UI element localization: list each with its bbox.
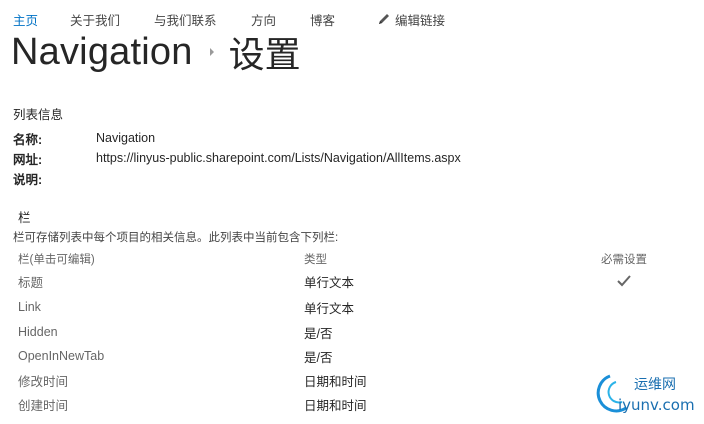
column-type: 单行文本 xyxy=(304,275,355,290)
name-label: 名称: xyxy=(13,132,43,147)
description-label: 说明: xyxy=(13,172,43,187)
column-type: 是/否 xyxy=(304,350,333,365)
pencil-icon xyxy=(379,14,389,24)
table-row: Hidden 是/否 xyxy=(18,320,658,344)
list-info: 名称: Navigation 网址: https://linyus-public… xyxy=(13,128,461,188)
header-column-name: 栏(单击可编辑) xyxy=(18,254,95,266)
column-name-link[interactable]: 创建时间 xyxy=(18,395,304,414)
name-value: Navigation xyxy=(96,131,156,145)
table-row: 创建时间 日期和时间 xyxy=(18,392,658,416)
column-name-link[interactable]: 修改时间 xyxy=(18,371,304,390)
page-title: Navigation 设置 xyxy=(11,27,301,77)
url-value: https://linyus-public.sharepoint.com/Lis… xyxy=(96,151,461,165)
watermark-cn: 运维网 xyxy=(634,377,676,393)
columns-table: 栏(单击可编辑) 类型 必需设置 标题 单行文本 Link 单行文本 Hidde… xyxy=(18,250,658,416)
nav-about[interactable]: 关于我们 xyxy=(70,10,154,29)
columns-table-header: 栏(单击可编辑) 类型 必需设置 xyxy=(18,250,658,268)
table-row: 修改时间 日期和时间 xyxy=(18,368,658,392)
watermark-logo: 运维网 iyunv.com xyxy=(596,374,695,414)
required-cell xyxy=(590,275,658,287)
column-type: 日期和时间 xyxy=(304,374,367,389)
column-type: 是/否 xyxy=(304,326,333,341)
table-row: 标题 单行文本 xyxy=(18,268,658,294)
column-type: 单行文本 xyxy=(304,301,355,316)
checkmark-icon xyxy=(617,275,631,287)
table-row: Link 单行文本 xyxy=(18,294,658,320)
table-row: OpenInNewTab 是/否 xyxy=(18,344,658,368)
list-info-heading: 列表信息 xyxy=(13,108,64,122)
info-row-description: 说明: xyxy=(13,168,461,188)
watermark-en: iyunv.com xyxy=(618,396,695,414)
header-type: 类型 xyxy=(304,254,327,266)
columns-heading: 栏 xyxy=(18,211,31,225)
edit-links-label: 编辑链接 xyxy=(395,13,446,28)
column-name-link[interactable]: OpenInNewTab xyxy=(18,349,304,363)
breadcrumb-arrow-icon xyxy=(209,48,214,56)
info-row-url: 网址: https://linyus-public.sharepoint.com… xyxy=(13,148,461,168)
nav-blog[interactable]: 博客 xyxy=(310,10,377,29)
header-required: 必需设置 xyxy=(601,254,647,266)
column-name-link[interactable]: Hidden xyxy=(18,325,304,339)
column-name-link[interactable]: 标题 xyxy=(18,272,304,291)
site-title-link[interactable]: Navigation xyxy=(11,31,193,74)
page-name: 设置 xyxy=(228,34,301,75)
nav-home[interactable]: 主页 xyxy=(13,10,70,29)
column-name-link[interactable]: Link xyxy=(18,300,304,314)
url-label: 网址: xyxy=(13,152,43,167)
edit-links-button[interactable]: 编辑链接 xyxy=(377,10,445,29)
columns-description: 栏可存储列表中每个项目的相关信息。此列表中当前包含下列栏: xyxy=(13,232,339,244)
column-type: 日期和时间 xyxy=(304,398,367,413)
info-row-name: 名称: Navigation xyxy=(13,128,461,148)
